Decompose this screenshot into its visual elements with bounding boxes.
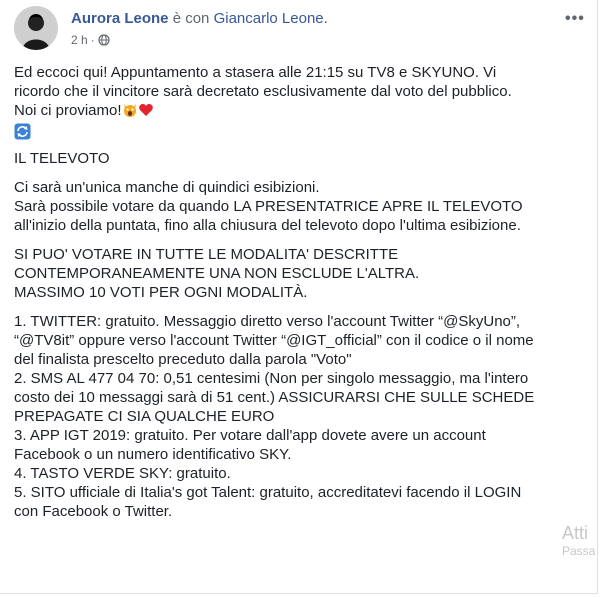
red-heart-emoji-icon bbox=[138, 104, 153, 116]
author-avatar[interactable] bbox=[14, 6, 58, 50]
item-2-line-1: 2. SMS AL 477 04 70: 0,51 centesimi (Non… bbox=[14, 370, 529, 387]
post-meta: 2 h · bbox=[71, 33, 110, 47]
item-2-line-3: PREPAGATE CI SIA QUALCHE EURO bbox=[14, 408, 275, 425]
profile-photo bbox=[14, 6, 58, 50]
item-5-line-1: 5. SITO ufficiale di Italia's got Talent… bbox=[14, 484, 522, 501]
intro-line-1: Ed eccoci qui! Appuntamento a stasera al… bbox=[14, 64, 497, 81]
post-time[interactable]: 2 h bbox=[71, 33, 88, 47]
item-1-line-3: del finalista prescelto preceduto dalla … bbox=[14, 351, 352, 368]
section-title: IL TELEVOTO bbox=[14, 150, 110, 167]
item-2-line-2: costo dei 10 messaggi sarà di 51 cent.) … bbox=[14, 389, 535, 406]
windows-activation-watermark: Atti Passa bbox=[562, 522, 595, 558]
with-text: è con bbox=[172, 10, 210, 27]
globe-icon[interactable] bbox=[98, 34, 110, 46]
tagged-person[interactable]: Giancarlo Leone. bbox=[214, 10, 328, 27]
watermark-line-2: Passa bbox=[562, 544, 596, 558]
paragraph-2-line-1: SI PUO' VOTARE IN TUTTE LE MODALITA' DES… bbox=[14, 246, 399, 263]
item-3-line-2: Facebook o un numero identificativo SKY. bbox=[14, 446, 292, 463]
intro-line-2: ricordo che il vincitore sarà decretato … bbox=[14, 83, 512, 100]
paragraph-2-line-3: MASSIMO 10 VOTI PER OGNI MODALITÀ. bbox=[14, 284, 308, 301]
paragraph-1-line-2: Sarà possibile votare da quando LA PRESE… bbox=[14, 198, 523, 215]
paragraph-1-line-3: all'inizio della puntata, fino alla chiu… bbox=[14, 217, 521, 234]
scream-cat-emoji-icon bbox=[123, 104, 136, 117]
post-text: Ed eccoci qui! Appuntamento a stasera al… bbox=[14, 63, 589, 521]
paragraph-2-line-2: CONTEMPORANEAMENTE UNA NON ESCLUDE L'ALT… bbox=[14, 265, 420, 282]
facebook-post: Aurora Leone è con Giancarlo Leone. 2 h … bbox=[0, 0, 598, 594]
item-4-line-1: 4. TASTO VERDE SKY: gratuito. bbox=[14, 465, 231, 482]
watermark-line-1: Atti bbox=[562, 523, 589, 543]
intro-line-3-text: Noi ci proviamo! bbox=[14, 102, 122, 119]
item-5-line-2: con Facebook o Twitter. bbox=[14, 503, 173, 520]
post-header: Aurora Leone è con Giancarlo Leone. bbox=[71, 10, 328, 28]
intro-line-3: Noi ci proviamo! bbox=[14, 101, 589, 120]
paragraph-1-line-1: Ci sarà un'unica manche di quindici esib… bbox=[14, 179, 320, 196]
item-3-line-1: 3. APP IGT 2019: gratuito. Per votare da… bbox=[14, 427, 486, 444]
item-1-line-1: 1. TWITTER: gratuito. Messaggio diretto … bbox=[14, 313, 521, 330]
repeat-arrows-emoji-icon bbox=[14, 123, 31, 139]
emoji-row bbox=[14, 120, 589, 142]
author-name[interactable]: Aurora Leone bbox=[71, 10, 169, 27]
item-1-line-2: “@TV8it” oppure verso l'account Twitter … bbox=[14, 332, 534, 349]
more-options-icon[interactable]: ••• bbox=[565, 10, 585, 28]
separator-dot: · bbox=[90, 33, 95, 47]
